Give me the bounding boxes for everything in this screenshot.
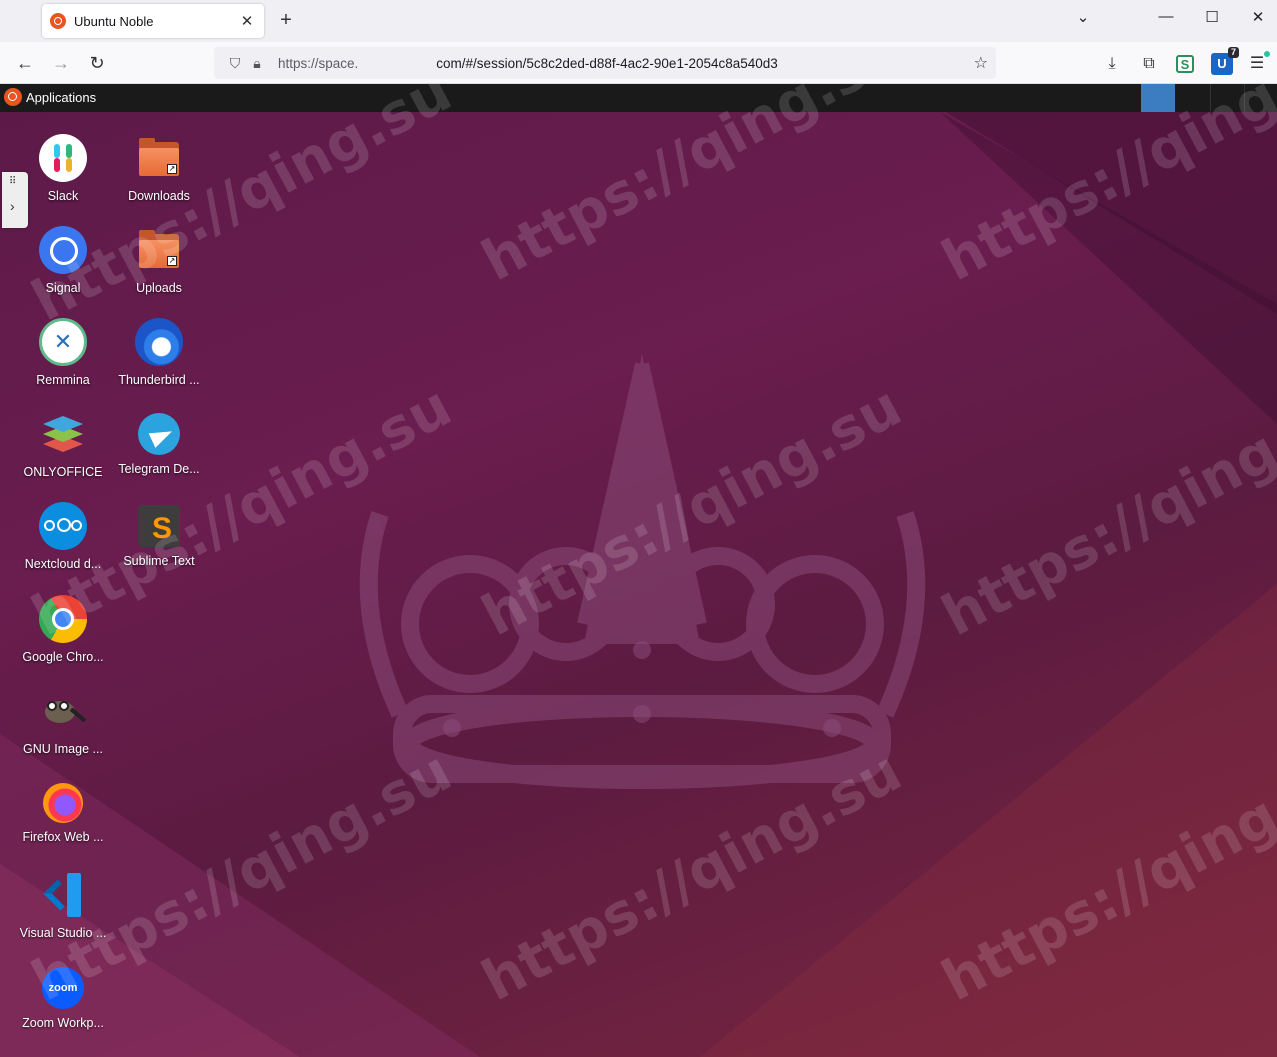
app-menu-icon[interactable]: ☰: [1246, 51, 1270, 75]
remote-desktop[interactable]: Applications ⠿ › Slack Signal Remmina ON…: [0, 84, 1277, 1057]
shield-icon[interactable]: ⛉: [224, 55, 246, 72]
icon-label: Sublime Text: [123, 554, 195, 568]
tab-title: Ubuntu Noble: [74, 13, 154, 29]
extension-badge: 7: [1227, 47, 1239, 58]
tab-strip: Ubuntu Noble ✕ + ⌄ — ☐ ✕: [0, 0, 1277, 42]
extensions-puzzle-icon[interactable]: ⧉: [1138, 53, 1160, 75]
panel-separator: [1244, 84, 1245, 112]
desktop-icon-uploads[interactable]: ↗ Uploads: [111, 226, 207, 295]
desktop-icon-chrome[interactable]: Google Chro...: [15, 595, 111, 664]
icon-label: Telegram De...: [118, 462, 200, 476]
desktop-icon-signal[interactable]: Signal: [15, 226, 111, 295]
icon-label: GNU Image ...: [23, 742, 103, 756]
url-redacted: [358, 55, 437, 68]
gimp-icon: [39, 687, 87, 735]
folder-icon: ↗: [135, 226, 183, 274]
folder-icon: ↗: [135, 134, 183, 182]
desktop-icon-thunderbird[interactable]: Thunderbird ...: [111, 318, 207, 387]
update-dot: [1264, 51, 1270, 57]
desktop-icon-nextcloud[interactable]: Nextcloud d...: [15, 502, 111, 571]
desktop-icon-firefox[interactable]: Firefox Web ...: [15, 779, 111, 844]
desktop-icon-telegram[interactable]: Telegram De...: [111, 410, 207, 476]
desktop-icon-downloads[interactable]: ↗ Downloads: [111, 134, 207, 203]
navigation-toolbar: ← → ↻ ⛉ 🔒︎ https://space. com/#/session/…: [0, 42, 1277, 84]
firefox-icon: [43, 783, 83, 823]
close-window-button[interactable]: ✕: [1245, 8, 1271, 26]
chrome-icon: [39, 595, 87, 643]
desktop-icon-vscode[interactable]: Visual Studio ...: [15, 871, 111, 940]
applications-menu[interactable]: Applications: [26, 90, 96, 105]
maximize-button[interactable]: ☐: [1199, 8, 1225, 26]
nextcloud-icon: [39, 502, 87, 550]
desktop-icon-zoom[interactable]: Zoom Workp...: [15, 964, 111, 1030]
url-bar[interactable]: ⛉ 🔒︎ https://space. com/#/session/5c8c2d…: [214, 47, 996, 79]
panel-indicator[interactable]: [1141, 84, 1175, 112]
icon-label: Thunderbird ...: [118, 373, 200, 387]
url-prefix: https://space.: [278, 55, 359, 71]
ubuntu-favicon-icon: [50, 13, 66, 29]
icon-label: Zoom Workp...: [22, 1016, 104, 1030]
icon-label: Google Chro...: [22, 650, 104, 664]
tab-list-chevron-down-icon[interactable]: ⌄: [1070, 8, 1096, 26]
top-panel: Applications: [0, 84, 1277, 112]
desktop-icon-remmina[interactable]: Remmina: [15, 318, 111, 387]
extension-s-icon[interactable]: S: [1176, 55, 1194, 73]
icon-label: Slack: [47, 189, 79, 203]
ubuntu-logo-icon[interactable]: [4, 88, 22, 106]
back-button[interactable]: ←: [13, 51, 37, 75]
icon-label: Downloads: [128, 189, 190, 203]
tab-close-icon[interactable]: ✕: [238, 12, 256, 30]
desktop-icon-slack[interactable]: Slack: [15, 134, 111, 203]
chevron-right-icon: ›: [10, 198, 15, 214]
extension-u-icon[interactable]: U 7: [1211, 47, 1239, 75]
extension-u-letter: U: [1217, 56, 1227, 71]
lock-icon[interactable]: 🔒︎: [246, 55, 268, 72]
onlyoffice-icon: [39, 410, 87, 458]
new-tab-button[interactable]: +: [275, 9, 297, 32]
icon-label: Remmina: [36, 373, 90, 387]
remmina-icon: [39, 318, 87, 366]
thunderbird-icon: [135, 318, 183, 366]
zoom-icon: [42, 967, 84, 1009]
desktop-icon-gimp[interactable]: GNU Image ...: [15, 687, 111, 756]
signal-icon: [39, 226, 87, 274]
panel-separator: [1210, 84, 1211, 112]
forward-button[interactable]: →: [49, 51, 73, 75]
sublime-icon: [138, 505, 186, 553]
reload-button[interactable]: ↻: [85, 51, 109, 75]
slack-icon: [39, 134, 87, 182]
tab-ubuntu-noble[interactable]: Ubuntu Noble ✕: [42, 4, 264, 38]
desktop-icon-onlyoffice[interactable]: ONLYOFFICE: [15, 410, 111, 479]
vscode-icon: [39, 871, 87, 919]
icon-label: Visual Studio ...: [19, 926, 107, 940]
bookmark-star-icon[interactable]: ☆: [974, 53, 988, 73]
icon-label: Nextcloud d...: [24, 557, 102, 571]
icon-label: Signal: [45, 281, 81, 295]
icon-label: Uploads: [136, 281, 182, 295]
url-text[interactable]: https://space. com/#/session/5c8c2ded-d8…: [278, 55, 778, 71]
minimize-button[interactable]: —: [1153, 8, 1179, 25]
url-path: com/#/session/5c8c2ded-d88f-4ac2-90e1-20…: [436, 55, 778, 71]
telegram-icon: [138, 413, 180, 455]
downloads-icon[interactable]: ⤓: [1101, 53, 1123, 75]
desktop-icon-sublime[interactable]: Sublime Text: [111, 502, 207, 568]
icon-label: Firefox Web ...: [22, 830, 104, 844]
icon-label: ONLYOFFICE: [23, 465, 103, 479]
